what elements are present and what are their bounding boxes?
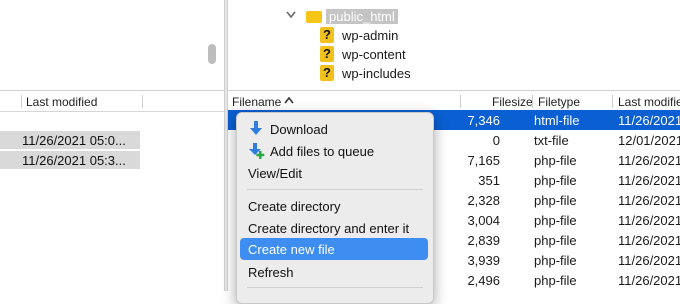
- filetype-cell: php-file: [534, 153, 577, 168]
- filetype-cell: php-file: [534, 193, 577, 208]
- last-modified-cell: 12/01/2021: [618, 133, 680, 148]
- column-last-modified[interactable]: Last modifie: [618, 95, 680, 109]
- filetype-cell: txt-file: [534, 133, 569, 148]
- last-modified-cell: 11/26/2021 05:3...: [22, 153, 126, 168]
- last-modified-cell: 11/26/2021: [618, 193, 680, 208]
- menu-item-create-new-file[interactable]: Create new file: [240, 238, 428, 260]
- menu-item-view-edit[interactable]: View/Edit: [240, 162, 428, 184]
- menu-item-label: View/Edit: [248, 166, 302, 181]
- menu-item-create-directory[interactable]: Create directory: [240, 195, 428, 217]
- tree-item-label: public_html: [326, 9, 398, 24]
- last-modified-cell: 11/26/2021 05:0...: [22, 133, 126, 148]
- tree-item-label: wp-admin: [342, 28, 399, 43]
- column-separator[interactable]: [612, 95, 613, 108]
- last-modified-cell: 11/26/2021: [618, 213, 680, 228]
- divider: [0, 90, 224, 91]
- filetype-cell: php-file: [534, 173, 577, 188]
- last-modified-cell: 11/26/2021: [618, 253, 680, 268]
- last-modified-cell: 11/26/2021: [618, 153, 680, 168]
- download-icon: [250, 121, 262, 135]
- menu-separator: [247, 287, 423, 288]
- local-file-row[interactable]: 11/26/2021 05:0...: [0, 131, 140, 149]
- column-filesize[interactable]: Filesize: [492, 95, 533, 109]
- menu-item-label: Add files to queue: [270, 144, 375, 159]
- column-separator[interactable]: [142, 95, 143, 108]
- tree-item-label: wp-content: [342, 47, 406, 62]
- folder-icon: [306, 11, 322, 23]
- last-modified-cell: 11/26/2021: [618, 233, 680, 248]
- menu-item-label: Create directory and enter it: [248, 221, 410, 236]
- filetype-cell: html-file: [534, 113, 580, 128]
- column-separator[interactable]: [532, 95, 533, 108]
- local-pane: Last modified 11/26/2021 05:0... 11/26/2…: [0, 0, 224, 291]
- tree-item-label: wp-includes: [342, 66, 411, 81]
- column-filetype[interactable]: Filetype: [538, 95, 580, 109]
- menu-item-refresh[interactable]: Refresh: [240, 261, 428, 283]
- last-modified-cell: 11/26/2021: [618, 173, 680, 188]
- local-file-row[interactable]: 11/26/2021 05:3...: [0, 151, 140, 169]
- filetype-cell: php-file: [534, 233, 577, 248]
- menu-item-create-directory-and-enter[interactable]: Create directory and enter it: [240, 217, 428, 239]
- unknown-folder-icon: ?: [320, 46, 334, 62]
- local-directory-tree[interactable]: [0, 0, 224, 90]
- context-menu: Download Add files to queue View/Edit Cr…: [236, 112, 434, 304]
- filetype-cell: php-file: [534, 273, 577, 288]
- filetype-cell: php-file: [534, 253, 577, 268]
- last-modified-cell: 11/26/2021: [618, 273, 680, 288]
- menu-item-download[interactable]: Download: [240, 118, 428, 140]
- column-separator[interactable]: [460, 95, 461, 108]
- menu-item-label: Refresh: [248, 265, 294, 280]
- unknown-folder-icon: ?: [320, 65, 334, 81]
- menu-item-label: Download: [270, 122, 328, 137]
- local-tree-scrollbar[interactable]: [208, 44, 216, 64]
- last-modified-cell: 11/26/2021: [618, 113, 680, 128]
- filetype-cell: php-file: [534, 213, 577, 228]
- menu-item-label: Create directory: [248, 199, 341, 214]
- menu-separator: [247, 189, 423, 190]
- menu-item-add-files-to-queue[interactable]: Add files to queue: [240, 140, 428, 162]
- remote-file-list-header: Filename Filesize Filetype Last modifie: [228, 92, 680, 112]
- chevron-down-icon[interactable]: [286, 11, 296, 19]
- column-filename[interactable]: Filename: [232, 95, 281, 109]
- menu-item-label: Create new file: [248, 242, 335, 257]
- column-last-modified[interactable]: Last modified: [26, 95, 97, 109]
- column-separator[interactable]: [21, 95, 22, 108]
- divider: [228, 90, 680, 91]
- sort-ascending-icon[interactable]: [284, 96, 294, 104]
- unknown-folder-icon: ?: [320, 27, 334, 43]
- add-to-queue-icon: [249, 143, 265, 159]
- local-file-list-header: Last modified: [0, 92, 224, 112]
